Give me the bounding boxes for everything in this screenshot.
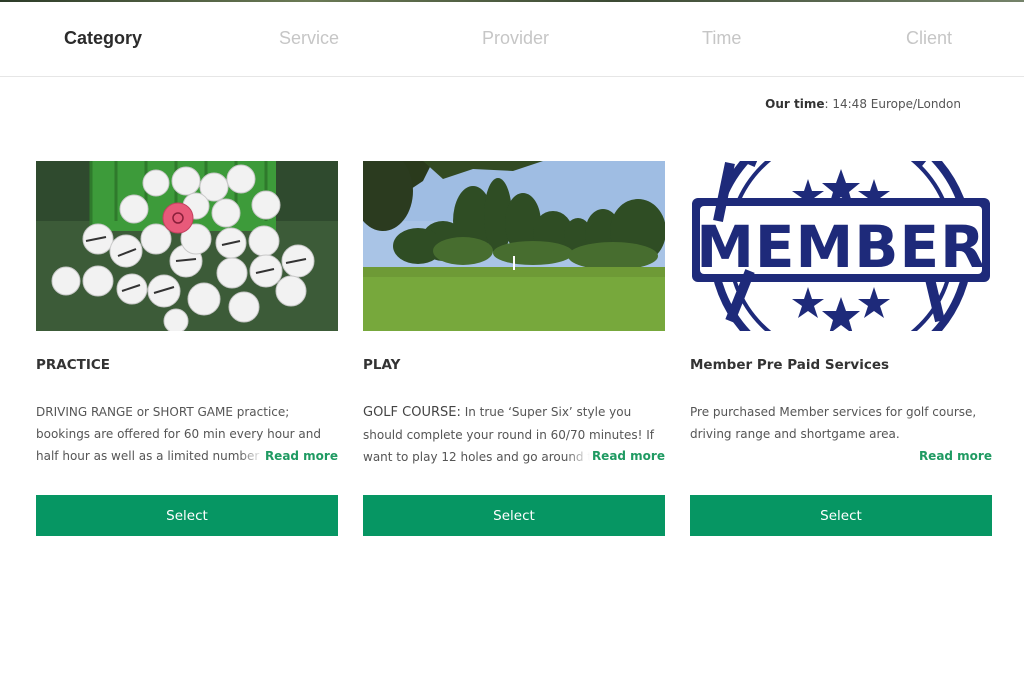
card-description: GOLF COURSE: In true ‘Super Six’ style y… [363, 401, 665, 471]
step-service[interactable]: Service [279, 28, 339, 49]
category-card-play: PLAY GOLF COURSE: In true ‘Super Six’ st… [363, 161, 665, 536]
card-title: PRACTICE [36, 357, 111, 373]
booking-steps-nav: Category Service Provider Time Client [0, 2, 1024, 77]
card-description-lead: GOLF COURSE: [363, 405, 461, 420]
read-more-link[interactable]: Read more [892, 445, 992, 467]
golf-balls-basket-image [36, 161, 338, 331]
category-card-member: MEMBER Member Pre Paid Services Pre purc… [690, 161, 992, 536]
card-description-text: Pre purchased Member services for golf c… [690, 405, 977, 441]
category-card-practice: PRACTICE DRIVING RANGE or SHORT GAME pra… [36, 161, 338, 536]
golf-course-trees-image [363, 161, 665, 331]
step-client[interactable]: Client [906, 28, 952, 49]
read-more-link[interactable]: Read more [238, 445, 338, 467]
select-button[interactable]: Select [36, 495, 338, 536]
our-time-display: Our time: 14:48 Europe/London [765, 97, 961, 111]
card-description: Pre purchased Member services for golf c… [690, 401, 992, 471]
card-description: DRIVING RANGE or SHORT GAME practice; bo… [36, 401, 338, 471]
our-time-value: : 14:48 Europe/London [824, 97, 961, 111]
step-category[interactable]: Category [64, 28, 142, 49]
step-time[interactable]: Time [702, 28, 741, 49]
read-more-link[interactable]: Read more [565, 445, 665, 467]
member-stamp-image: MEMBER [690, 161, 992, 331]
our-time-label: Our time [765, 97, 825, 111]
card-title: Member Pre Paid Services [690, 357, 890, 373]
select-button[interactable]: Select [363, 495, 665, 536]
step-provider[interactable]: Provider [482, 28, 549, 49]
card-title: PLAY [363, 357, 401, 373]
select-button[interactable]: Select [690, 495, 992, 536]
svg-text:MEMBER: MEMBER [696, 213, 986, 281]
